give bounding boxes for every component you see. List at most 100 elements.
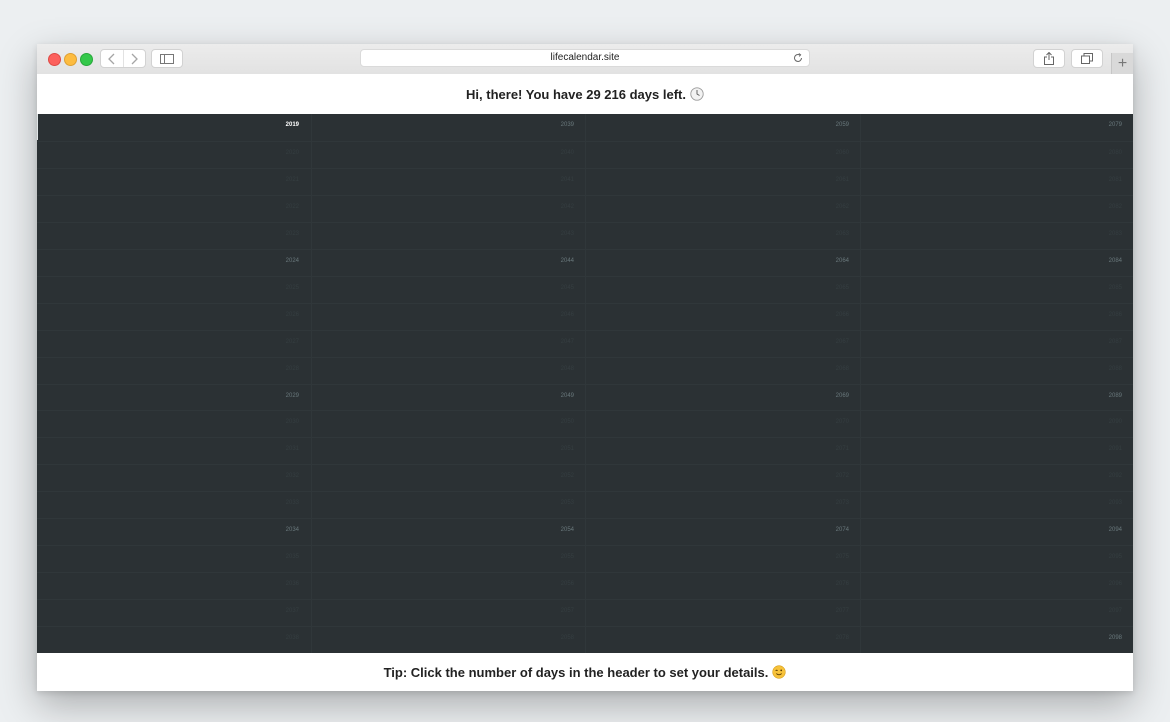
reload-icon	[794, 53, 802, 62]
year-label: 2058	[560, 635, 574, 642]
page-header: Hi, there! You have 29 216 days left.	[37, 74, 1133, 114]
year-row: 2033	[37, 491, 311, 518]
year-row: 2072	[586, 464, 861, 491]
chevron-left-icon	[107, 53, 115, 64]
year-row: 2060	[586, 140, 861, 168]
show-tabs-button[interactable]	[1071, 49, 1103, 68]
year-row: 2096	[861, 572, 1133, 599]
year-label: 2026	[285, 311, 299, 318]
year-row: 2083	[861, 221, 1133, 249]
year-row: 2051	[312, 437, 586, 464]
year-label: 2030	[285, 419, 299, 426]
year-row: 2079	[861, 114, 1133, 141]
share-button[interactable]	[1033, 49, 1065, 68]
year-label: 2065	[835, 284, 849, 291]
year-row: 2078	[586, 626, 861, 653]
back-button[interactable]	[101, 50, 123, 67]
year-row: 2080	[861, 140, 1133, 168]
year-row: 2067	[586, 329, 861, 357]
year-label: 2087	[1108, 338, 1122, 345]
year-row: 2038	[37, 626, 311, 653]
year-row: 2021	[37, 167, 311, 195]
browser-toolbar: lifecalendar.site +	[37, 44, 1133, 75]
tip-text: Tip: Click the number of days in the hea…	[383, 664, 769, 680]
life-calendar-grid: 2019 2020 2021 2022 2023 2024 2025 2026 2027 2028…	[37, 114, 1133, 653]
days-left-suffix: days left.	[629, 86, 686, 102]
year-row: 2064	[586, 248, 861, 276]
year-row: 2050	[312, 410, 586, 437]
calendar-column: 2059 2060 2061 2062 2063 2064 2065 2066 2067 2068…	[585, 114, 861, 653]
year-label: 2079	[1108, 122, 1122, 128]
year-label: 2078	[835, 635, 849, 642]
year-row: 2089	[861, 383, 1133, 411]
close-window-button[interactable]	[48, 53, 61, 66]
year-row: 2032	[37, 464, 311, 491]
year-label: 2044	[560, 257, 574, 264]
address-bar[interactable]: lifecalendar.site	[360, 49, 810, 67]
year-row: 2054	[312, 518, 586, 545]
year-label: 2028	[285, 365, 299, 372]
year-label: 2074	[835, 527, 849, 534]
year-label: 2035	[285, 554, 299, 561]
year-label: 2036	[285, 581, 299, 588]
year-label: 2039	[560, 122, 574, 128]
year-row: 2088	[861, 356, 1133, 384]
new-tab-button[interactable]: +	[1111, 53, 1133, 74]
zoom-window-button[interactable]	[80, 53, 93, 66]
year-row: 2043	[312, 221, 586, 249]
reload-button[interactable]	[791, 51, 805, 65]
year-row: 2037	[37, 599, 311, 626]
year-label: 2033	[285, 500, 299, 507]
clock-icon	[690, 87, 704, 101]
year-row: 2044	[312, 248, 586, 276]
year-label: 2067	[835, 338, 849, 345]
minimize-window-button[interactable]	[64, 53, 77, 66]
year-label: 2089	[1108, 392, 1122, 399]
year-label: 2062	[835, 203, 849, 210]
year-row: 2026	[37, 302, 311, 330]
year-label: 2042	[560, 203, 574, 210]
year-label: 2073	[835, 500, 849, 507]
forward-button[interactable]	[122, 50, 146, 67]
year-row: 2029	[37, 383, 311, 411]
year-label: 2083	[1108, 230, 1122, 237]
year-label: 2063	[835, 230, 849, 237]
year-label: 2050	[560, 419, 574, 426]
year-row: 2055	[312, 545, 586, 572]
year-row: 2070	[586, 410, 861, 437]
year-label: 2045	[560, 284, 574, 291]
year-label: 2072	[835, 473, 849, 480]
year-row: 2052	[312, 464, 586, 491]
calendar-column: 2039 2040 2041 2042 2043 2044 2045 2046 2047 2048…	[311, 114, 586, 653]
year-label: 2043	[560, 230, 574, 237]
year-label: 2057	[560, 608, 574, 615]
year-row: 2023	[37, 221, 311, 249]
year-label: 2029	[285, 392, 299, 399]
year-label: 2093	[1108, 500, 1122, 507]
days-left-count[interactable]: 29 216	[586, 87, 626, 102]
year-label: 2090	[1108, 419, 1122, 426]
year-row: 2065	[586, 275, 861, 303]
greeting-text: Hi, there! You have	[466, 86, 583, 102]
year-label: 2037	[285, 608, 299, 615]
year-row: 2068	[586, 356, 861, 384]
year-row: 2053	[312, 491, 586, 518]
year-row: 2082	[861, 194, 1133, 222]
year-row: 2039	[312, 114, 586, 141]
year-label: 2070	[835, 419, 849, 426]
url-text: lifecalendar.site	[550, 52, 620, 63]
sidebar-toggle-button[interactable]	[151, 49, 183, 68]
chevron-right-icon	[131, 53, 139, 64]
year-row: 2027	[37, 329, 311, 357]
year-label: 2023	[285, 230, 299, 237]
year-label: 2034	[285, 527, 299, 534]
year-row: 2020	[37, 140, 311, 168]
year-label: 2054	[560, 527, 574, 534]
year-label: 2084	[1108, 257, 1122, 264]
year-label: 2094	[1108, 527, 1122, 534]
year-label: 2098	[1108, 635, 1122, 642]
year-label: 2076	[835, 581, 849, 588]
year-row: 2081	[861, 167, 1133, 195]
year-row: 2031	[37, 437, 311, 464]
year-row: 2098	[861, 626, 1133, 653]
